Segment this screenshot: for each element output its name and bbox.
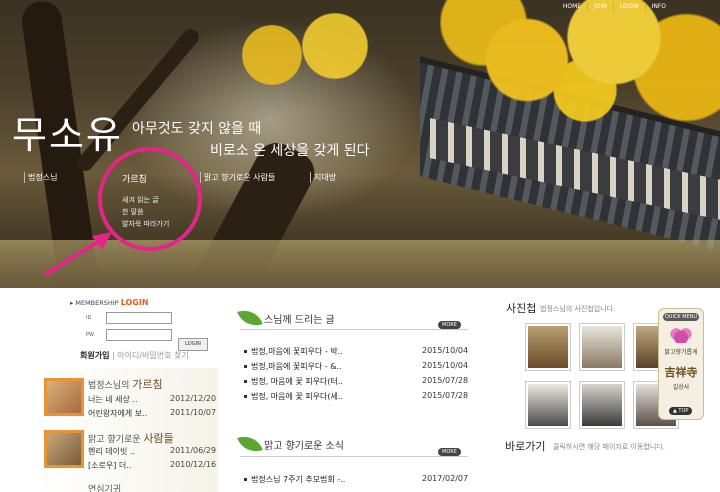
nav-home[interactable]: HOME xyxy=(557,3,587,11)
list-item[interactable]: 법정,마음에 꽃피우다 - 박.. xyxy=(244,346,343,357)
arrow-icon xyxy=(44,232,112,276)
people-thumbnail[interactable] xyxy=(44,430,84,468)
login-box: ▸ MEMBERSHIP LOGIN ID PW LOGIN 회원가입 | 아이… xyxy=(70,298,208,361)
menu-item-monk[interactable]: 법정스님 xyxy=(24,172,57,183)
teachings-section: 법정스님의 가르침 너는 네 세상 .. 2012/12/20 어린왕자에게 보… xyxy=(38,368,218,492)
hero-banner: HOME JOIN LOGIN INFO 무소유 아무것도 갖지 않을 때 비로… xyxy=(0,0,720,288)
top-button[interactable]: ▲ TOP xyxy=(669,407,693,415)
autumn-leaves xyxy=(440,0,720,150)
leaf-icon xyxy=(237,305,263,331)
photo-thumbnail[interactable] xyxy=(580,324,624,370)
shortcuts-title: 바로가기 xyxy=(505,440,546,453)
quick-link-gilsangsa[interactable]: 길상사 xyxy=(659,382,703,391)
list-item[interactable]: [소로우] 더.. xyxy=(88,460,131,471)
list-item[interactable]: 법정스님 7주기 추모법회 -.. xyxy=(244,474,345,485)
main-content: ▸ MEMBERSHIP LOGIN ID PW LOGIN 회원가입 | 아이… xyxy=(0,288,720,492)
find-account-link[interactable]: 아이디/비밀번호 찾기 xyxy=(117,351,188,360)
quick-link-gilsangsa-logo[interactable]: 吉祥寺 xyxy=(659,364,703,380)
join-link[interactable]: 회원가입 xyxy=(80,351,109,360)
password-input[interactable] xyxy=(106,329,172,341)
news-header: 맑고 향기로운 소식 xyxy=(237,431,344,457)
top-navigation: HOME JOIN LOGIN INFO xyxy=(557,3,672,11)
list-item[interactable]: 법정, 마음에 꽃 피우다(터.. xyxy=(244,376,343,387)
news-more-button[interactable]: MORE xyxy=(438,448,461,456)
quick-link-malgo[interactable]: 맑고향기롭게 xyxy=(659,347,703,356)
photo-thumbnail[interactable] xyxy=(526,324,570,370)
list-item[interactable]: 법정, 마음에 꽃 피우다(세.. xyxy=(244,391,343,402)
list-item[interactable]: 어린왕자에게 보.. xyxy=(88,408,147,419)
nav-info[interactable]: INFO xyxy=(644,3,672,11)
quick-menu: QUICK MENU 맑고향기롭게 吉祥寺 길상사 ▲ TOP xyxy=(658,308,704,420)
photo-thumbnail[interactable] xyxy=(526,382,570,428)
list-item[interactable]: 너는 네 세상 .. xyxy=(88,394,138,405)
monk-posts-more-button[interactable]: MORE xyxy=(438,321,461,329)
photos-title[interactable]: 사진첩 xyxy=(506,300,536,316)
lotus-icon[interactable] xyxy=(669,325,693,343)
nav-login[interactable]: LOGIN xyxy=(612,3,645,11)
teaching-thumbnail[interactable] xyxy=(44,378,84,416)
menu-item-jidaebang[interactable]: 지대방 xyxy=(310,172,336,183)
login-button[interactable]: LOGIN xyxy=(178,338,208,351)
photo-thumbnail[interactable] xyxy=(580,382,624,428)
list-item[interactable]: 법정,마음에 꽃피우다 - &.. xyxy=(244,361,342,372)
leaf-icon xyxy=(237,431,263,457)
site-logo[interactable]: 무소유 xyxy=(12,104,123,159)
monk-posts-header: 스님께 드리는 글 xyxy=(237,305,335,331)
list-item[interactable]: 헨리 데이빗 .. xyxy=(88,446,135,457)
menu-item-people[interactable]: 맑고 향기로운 사람들 xyxy=(200,172,275,183)
id-input[interactable] xyxy=(106,312,172,324)
nav-join[interactable]: JOIN xyxy=(587,3,613,11)
